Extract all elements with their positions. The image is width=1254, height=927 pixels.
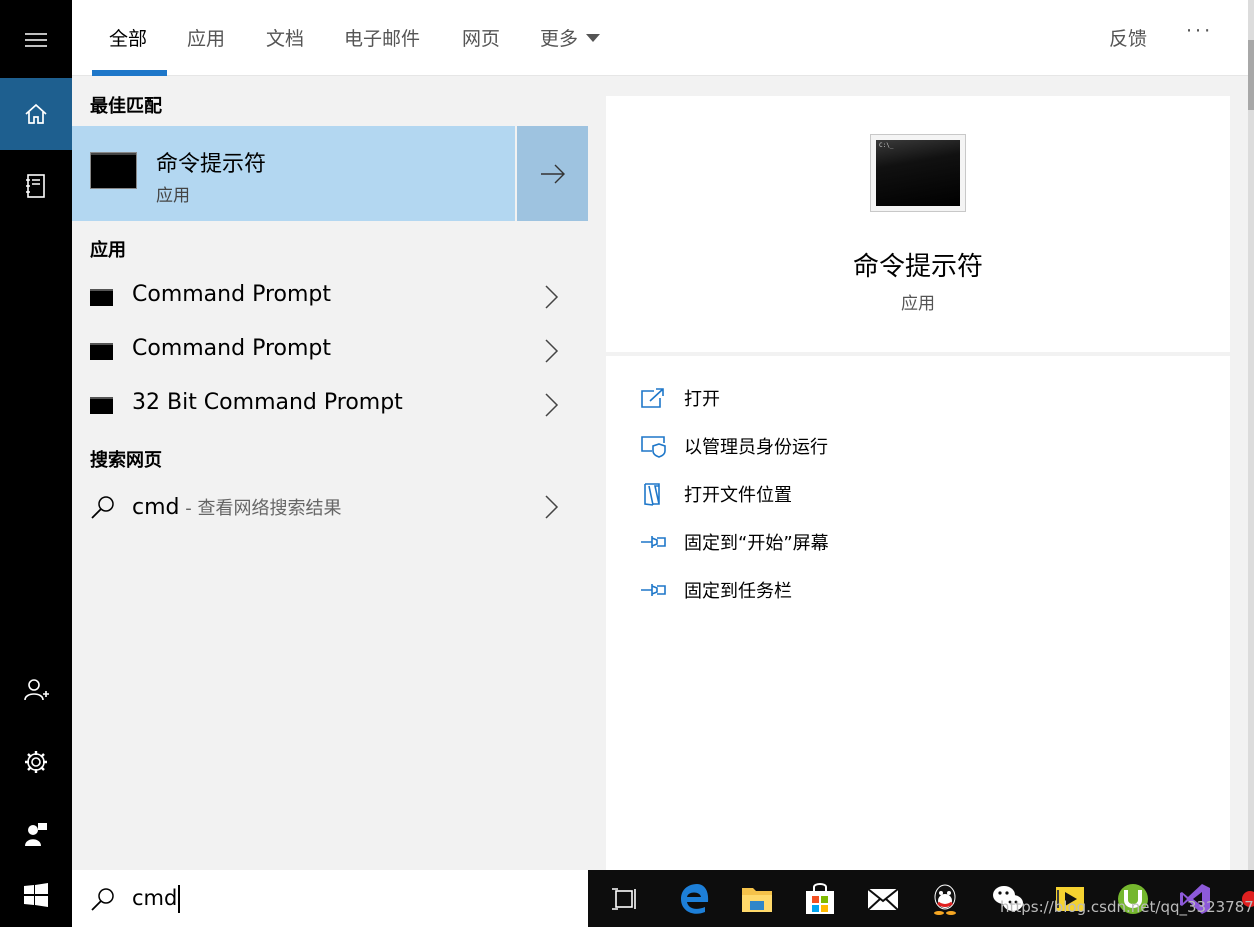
pin-icon (641, 536, 666, 548)
account-add-icon[interactable] (0, 654, 72, 726)
actions-list: 打开 以管理员身份运行 打开文件位置 固定到“开始”屏幕 固定到任务栏 (606, 356, 1230, 870)
windows-start-icon[interactable] (0, 863, 72, 927)
edge-icon[interactable] (678, 882, 712, 916)
file-explorer-icon[interactable] (740, 882, 774, 916)
feedback-person-icon[interactable] (0, 798, 72, 870)
shield-icon (641, 436, 666, 458)
action-label: 固定到“开始”屏幕 (684, 533, 829, 554)
web-search-item[interactable]: cmd - 查看网络搜索结果 (72, 480, 588, 536)
web-hint: - 查看网络搜索结果 (179, 498, 342, 519)
chevron-right-icon[interactable] (538, 284, 564, 310)
store-icon[interactable] (803, 882, 837, 916)
best-match-subtitle: 应用 (156, 186, 190, 206)
text-caret (178, 885, 181, 913)
search-input[interactable]: cmd (132, 885, 181, 913)
best-match-header: 最佳匹配 (90, 96, 162, 117)
best-match-item[interactable]: 命令提示符 应用 (72, 126, 515, 221)
pin-icon (641, 584, 666, 596)
tab-documents[interactable]: 文档 (266, 24, 304, 51)
best-match-title: 命令提示符 (156, 152, 267, 177)
list-item[interactable]: Command Prompt (72, 270, 588, 324)
watermark-text: https://blog.csdn.net/qq_33237871 (1000, 898, 1254, 916)
tab-email[interactable]: 电子邮件 (344, 24, 420, 51)
command-prompt-icon (90, 397, 113, 414)
scrollbar-track[interactable] (1248, 0, 1254, 927)
search-icon (91, 888, 114, 911)
list-item[interactable]: 32 Bit Command Prompt (72, 378, 588, 432)
action-label: 以管理员身份运行 (684, 437, 828, 458)
web-query: cmd (132, 495, 180, 520)
results-pane: 最佳匹配 命令提示符 应用 应用 Command Prompt Command … (72, 76, 588, 870)
notebook-icon[interactable] (0, 150, 72, 222)
app-label: Command Prompt (132, 282, 331, 307)
search-box[interactable]: cmd (72, 870, 588, 927)
chevron-down-icon (586, 33, 601, 42)
action-label: 固定到任务栏 (684, 581, 792, 602)
chevron-right-icon[interactable] (538, 338, 564, 364)
apps-header: 应用 (90, 240, 126, 261)
web-search-header: 搜索网页 (90, 450, 162, 471)
qq-icon[interactable] (928, 882, 962, 916)
icon-prompt-text: C:\_ (879, 142, 894, 149)
settings-icon[interactable] (0, 726, 72, 798)
left-rail (0, 0, 72, 927)
action-label: 打开文件位置 (684, 485, 792, 506)
command-prompt-icon (90, 343, 113, 360)
command-prompt-icon (90, 289, 113, 306)
hamburger-menu-icon[interactable] (0, 4, 72, 76)
tab-apps[interactable]: 应用 (187, 24, 225, 51)
tab-web[interactable]: 网页 (462, 24, 500, 51)
action-pin-to-start[interactable]: 固定到“开始”屏幕 (640, 524, 1200, 560)
detail-title: 命令提示符 (852, 252, 983, 282)
task-view-icon[interactable] (608, 882, 642, 916)
action-open-file-location[interactable]: 打开文件位置 (640, 476, 1200, 512)
arrow-right-icon (540, 164, 565, 183)
search-tabs: 全部 应用 文档 电子邮件 网页 更多 反馈 ··· (72, 0, 1248, 76)
chevron-right-icon[interactable] (538, 494, 564, 520)
app-label: 32 Bit Command Prompt (132, 390, 403, 415)
more-options-button[interactable]: ··· (1186, 20, 1213, 42)
open-icon (641, 388, 664, 408)
chevron-right-icon[interactable] (538, 392, 564, 418)
mail-icon[interactable] (866, 882, 900, 916)
file-location-icon (644, 483, 660, 506)
action-open[interactable]: 打开 (640, 380, 1200, 416)
command-prompt-icon (90, 152, 137, 189)
tab-all[interactable]: 全部 (109, 24, 147, 51)
tab-more[interactable]: 更多 (540, 24, 601, 51)
action-label: 打开 (684, 389, 720, 410)
search-value: cmd (132, 886, 178, 910)
open-detail-button[interactable] (517, 126, 588, 221)
detail-subtitle: 应用 (901, 294, 935, 314)
action-pin-to-taskbar[interactable]: 固定到任务栏 (640, 572, 1200, 608)
action-run-as-admin[interactable]: 以管理员身份运行 (640, 428, 1200, 464)
command-prompt-large-icon: C:\_ (870, 134, 966, 212)
tab-more-label: 更多 (540, 28, 579, 50)
detail-card: C:\_ 命令提示符 应用 (606, 96, 1230, 352)
app-label: Command Prompt (132, 336, 331, 361)
list-item[interactable]: Command Prompt (72, 324, 588, 378)
scrollbar-thumb[interactable] (1248, 40, 1254, 110)
feedback-button[interactable]: 反馈 (1109, 24, 1147, 51)
home-icon[interactable] (0, 78, 72, 150)
search-icon (91, 496, 114, 519)
